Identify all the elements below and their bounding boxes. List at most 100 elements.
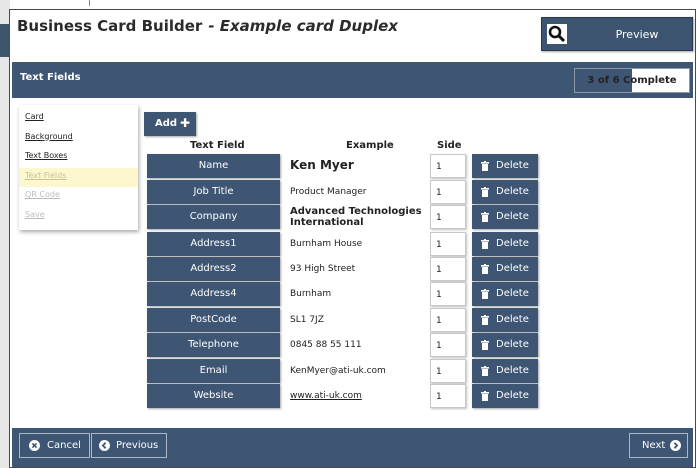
example-text: Burnham House [290, 238, 363, 249]
next-label: Next [642, 440, 666, 451]
delete-button[interactable]: Delete [472, 333, 538, 357]
example-text: Burnham [290, 288, 332, 299]
trash-icon [481, 239, 489, 249]
delete-label: Delete [496, 314, 529, 325]
table-row: Address2 93 High Street 1 Delete [147, 257, 547, 281]
preview-label: Preview [615, 28, 659, 41]
delete-button[interactable]: Delete [472, 154, 538, 178]
example-cell[interactable]: www.ati-uk.com [290, 384, 428, 408]
delete-button[interactable]: Delete [472, 257, 538, 281]
trash-icon [481, 315, 489, 325]
side-input[interactable]: 1 [430, 308, 466, 332]
side-input[interactable]: 1 [430, 333, 466, 357]
progress-bar: 3 of 6 Complete [574, 68, 690, 93]
table-row: Telephone 0845 88 55 111 1 Delete [147, 333, 547, 357]
example-cell: Advanced Technologies International [290, 205, 428, 229]
table-row: PostCode SL1 7JZ 1 Delete [147, 308, 547, 332]
cancel-button[interactable]: Cancel [19, 433, 90, 458]
field-button[interactable]: Company [147, 205, 280, 229]
field-button[interactable]: Job Title [147, 180, 280, 204]
header-text-field: Text Field [190, 140, 245, 151]
main-content: Card Background Text Boxes Text Fields QR Co… [12, 98, 693, 428]
search-icon [547, 24, 567, 44]
trash-icon [481, 391, 489, 401]
delete-button[interactable]: Delete [472, 308, 538, 332]
trash-icon [481, 187, 489, 197]
side-input[interactable]: 1 [430, 257, 466, 281]
chevron-left-icon [99, 440, 110, 451]
delete-button[interactable]: Delete [472, 384, 538, 408]
trash-icon [481, 212, 489, 222]
field-button[interactable]: PostCode [147, 308, 280, 332]
example-cell: KenMyer@ati-uk.com [290, 359, 428, 383]
field-button[interactable]: Website [147, 384, 280, 408]
field-button[interactable]: Address2 [147, 257, 280, 281]
header-side: Side [437, 140, 462, 151]
side-input[interactable]: 1 [430, 384, 466, 408]
nav-item-card[interactable]: Card [19, 109, 138, 129]
nav-item-qr-code: QR Code [25, 190, 60, 199]
progress-text: 3 of 6 Complete [587, 75, 677, 86]
trash-icon [481, 289, 489, 299]
close-circle-icon [29, 440, 40, 451]
section-title: Text Fields [20, 72, 81, 83]
example-cell: 93 High Street [290, 257, 428, 281]
example-cell: SL1 7JZ [290, 308, 428, 332]
delete-label: Delete [496, 339, 529, 350]
trash-icon [481, 161, 489, 171]
side-input[interactable]: 1 [430, 232, 466, 256]
example-cell: Product Manager [290, 180, 428, 204]
side-input[interactable]: 1 [430, 359, 466, 383]
delete-button[interactable]: Delete [472, 180, 538, 204]
table-row: Name Ken Myer 1 Delete [147, 154, 547, 178]
example-text: 0845 88 55 111 [290, 339, 362, 350]
delete-button[interactable]: Delete [472, 359, 538, 383]
example-cell: Burnham House [290, 232, 428, 256]
delete-label: Delete [496, 238, 529, 249]
plus-icon: ✚ [180, 116, 191, 130]
example-text: Product Manager [290, 186, 367, 197]
table-row: Job Title Product Manager 1 Delete [147, 180, 547, 204]
side-input[interactable]: 1 [430, 205, 466, 229]
previous-button[interactable]: Previous [91, 433, 167, 458]
side-input[interactable]: 1 [430, 154, 466, 178]
previous-label: Previous [116, 440, 159, 451]
field-button[interactable]: Address1 [147, 232, 280, 256]
example-cell: Ken Myer [290, 154, 428, 178]
example-cell: 0845 88 55 111 [290, 333, 428, 357]
field-button[interactable]: Telephone [147, 333, 280, 357]
table-row: Address1 Burnham House 1 Delete [147, 232, 547, 256]
delete-label: Delete [496, 263, 529, 274]
example-text: Ken Myer [290, 158, 354, 173]
field-button[interactable]: Name [147, 154, 280, 178]
app-title: Business Card Builder [17, 17, 203, 35]
trash-icon [481, 264, 489, 274]
example-cell: Burnham [290, 282, 428, 306]
nav-item-text-fields[interactable]: Text Fields [19, 167, 138, 187]
nav-item-save: Save [25, 209, 45, 219]
trash-icon [481, 340, 489, 350]
builder-window: Business Card Builder - Example card Dupl… [9, 9, 696, 468]
add-field-button[interactable]: Add ✚ [144, 112, 196, 136]
nav-item-text-boxes[interactable]: Text Boxes [19, 148, 138, 168]
delete-button[interactable]: Delete [472, 232, 538, 256]
add-label: Add [155, 118, 178, 129]
field-button[interactable]: Email [147, 359, 280, 383]
field-button[interactable]: Address4 [147, 282, 280, 306]
preview-button[interactable]: Preview [541, 17, 693, 51]
trash-icon [481, 366, 489, 376]
delete-label: Delete [496, 390, 529, 401]
section-header: Text Fields 3 of 6 Complete [12, 62, 693, 98]
delete-button[interactable]: Delete [472, 282, 538, 306]
delete-label: Delete [496, 186, 529, 197]
table-row: Email KenMyer@ati-uk.com 1 Delete [147, 359, 547, 383]
side-input[interactable]: 1 [430, 180, 466, 204]
delete-button[interactable]: Delete [472, 205, 538, 229]
side-input[interactable]: 1 [430, 282, 466, 306]
next-button[interactable]: Next [629, 433, 688, 458]
chevron-right-icon [670, 440, 681, 451]
example-text: Advanced Technologies International [290, 205, 422, 229]
example-link[interactable]: www.ati-uk.com [290, 391, 362, 401]
footer-bar: Cancel Previous Next [12, 428, 693, 467]
nav-item-background[interactable]: Background [19, 129, 138, 149]
